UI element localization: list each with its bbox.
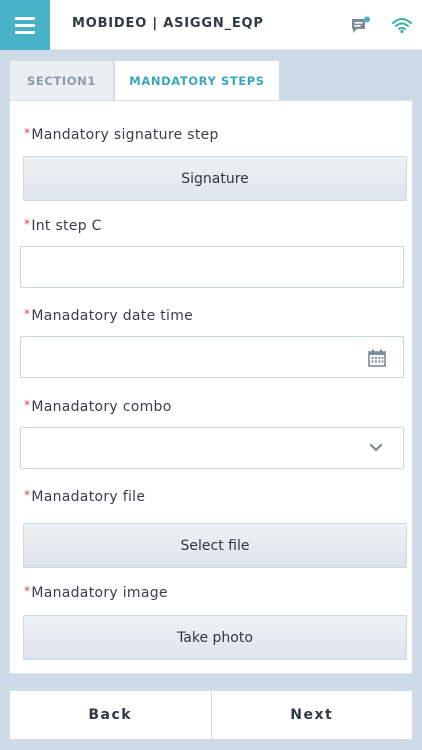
file-label: *Manadatory file — [24, 488, 146, 505]
hamburger-icon-bar — [15, 23, 35, 27]
tab-mandatory-steps[interactable]: MANDATORY STEPS — [114, 60, 280, 101]
form-panel: *Mandatory signature step Signature *Int… — [9, 100, 413, 674]
hamburger-icon — [15, 16, 35, 20]
back-button[interactable]: Back — [10, 691, 211, 739]
required-marker: * — [24, 217, 31, 231]
app-title: MOBIDEO | ASIGGN_EQP — [72, 16, 264, 31]
date-time-label: *Manadatory date time — [24, 307, 194, 324]
take-photo-button[interactable]: Take photo — [23, 615, 407, 660]
signature-button[interactable]: Signature — [23, 156, 407, 201]
image-label: *Manadatory image — [24, 584, 168, 601]
int-step-label: *Int step C — [24, 217, 102, 234]
int-step-input[interactable] — [20, 246, 404, 288]
menu-button[interactable] — [0, 0, 50, 50]
required-marker: * — [24, 398, 31, 412]
footer-nav: Back Next — [9, 690, 413, 740]
file-label-text: Manadatory file — [31, 489, 146, 505]
chat-icon[interactable] — [350, 16, 372, 36]
date-time-input[interactable] — [20, 336, 404, 378]
combo-label: *Manadatory combo — [24, 398, 172, 415]
next-button[interactable]: Next — [210, 691, 413, 739]
tab-bar: SECTION1 MANDATORY STEPS — [9, 60, 413, 101]
signature-label-text: Mandatory signature step — [31, 127, 219, 143]
combo-select[interactable] — [20, 427, 404, 469]
date-time-label-text: Manadatory date time — [31, 308, 194, 324]
combo-label-text: Manadatory combo — [31, 399, 172, 415]
app-header: MOBIDEO | ASIGGN_EQP — [0, 0, 422, 50]
hamburger-icon-bar — [15, 30, 35, 34]
select-file-button[interactable]: Select file — [23, 523, 407, 568]
wifi-icon — [392, 18, 412, 34]
calendar-icon[interactable] — [368, 349, 386, 367]
image-label-text: Manadatory image — [31, 585, 168, 601]
chevron-down-icon — [369, 443, 383, 452]
required-marker: * — [24, 307, 31, 321]
signature-label: *Mandatory signature step — [24, 126, 219, 143]
required-marker: * — [24, 126, 31, 140]
required-marker: * — [24, 584, 31, 598]
required-marker: * — [24, 488, 31, 502]
tab-section1[interactable]: SECTION1 — [9, 60, 114, 100]
int-step-label-text: Int step C — [31, 218, 102, 234]
